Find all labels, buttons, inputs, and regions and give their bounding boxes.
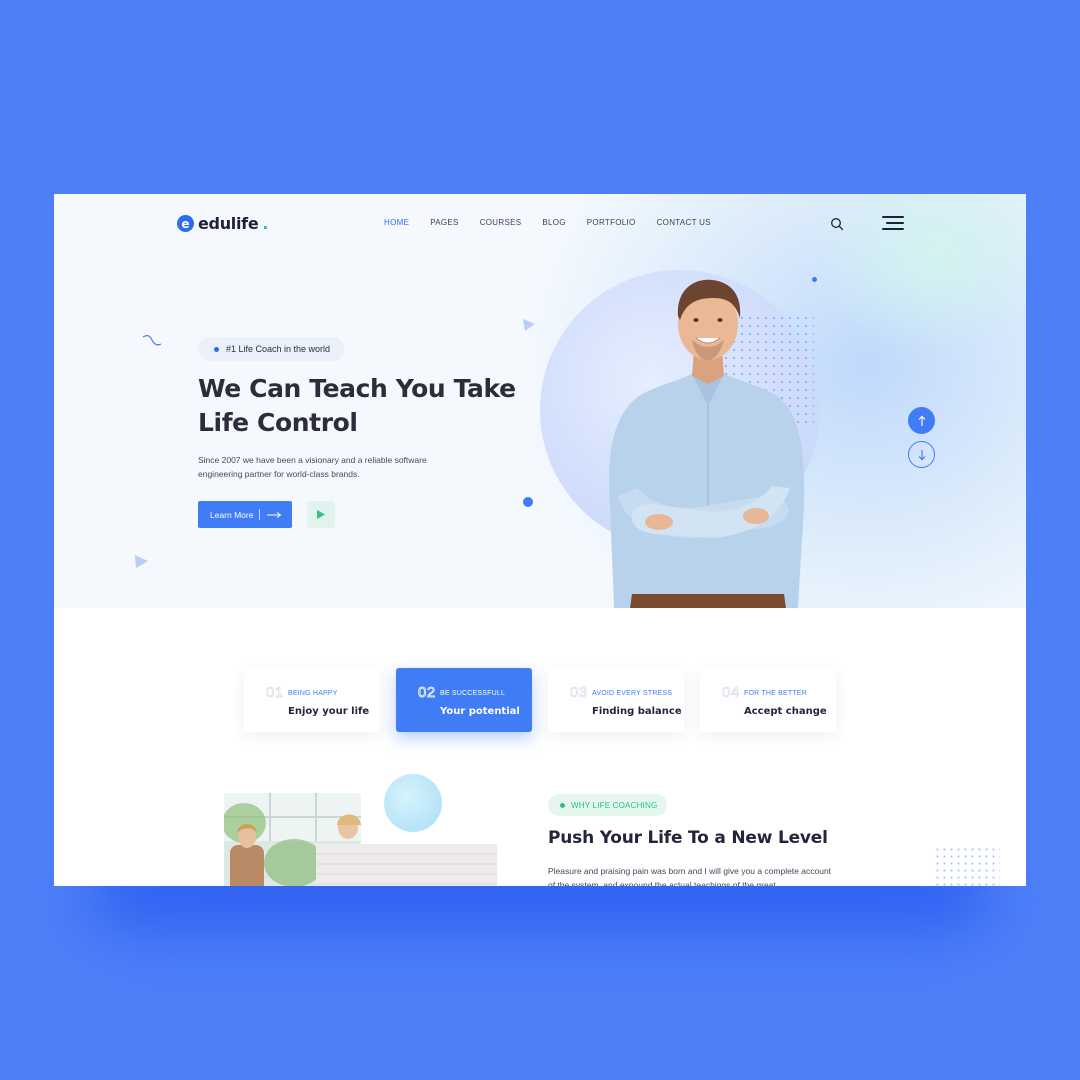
life-coach-portrait: [609, 279, 805, 608]
section-description: Pleasure and praising pain was born and …: [548, 866, 832, 886]
feature-card-for-the-better[interactable]: 04 FOR THE BETTER Accept change: [700, 668, 836, 732]
dot-decoration: [523, 497, 533, 507]
nav-item-pages[interactable]: PAGES: [430, 218, 458, 227]
arrow-right-icon: [267, 511, 282, 518]
nav-item-home[interactable]: HOME: [384, 218, 409, 227]
badge-dot: [214, 346, 219, 352]
learn-more-button[interactable]: Learn More: [198, 501, 292, 528]
brand-logo[interactable]: e edulife.: [177, 214, 268, 233]
why-coaching-badge: WHY LIFE COACHING: [548, 794, 668, 816]
nav-item-blog[interactable]: BLOG: [542, 218, 565, 227]
hamburger-menu-icon[interactable]: [882, 216, 904, 232]
arrow-up-icon: [918, 415, 925, 426]
triangle-decoration-icon: [523, 319, 535, 331]
squiggle-decoration-icon: [142, 334, 162, 346]
feature-kicker: AVOID EVERY STRESS: [592, 690, 673, 697]
brand-dot: .: [262, 214, 269, 233]
feature-number: 03: [570, 684, 588, 702]
feature-title: Your potential: [440, 706, 520, 717]
section-title: Push Your Life To a New Level: [548, 828, 828, 848]
feature-number: 02: [418, 684, 436, 702]
dot-pattern-decoration: [934, 846, 1000, 886]
nav-item-portfolio[interactable]: PORTFOLIO: [587, 218, 636, 227]
scroll-up-button[interactable]: [908, 407, 935, 434]
feature-card-being-happy[interactable]: 01 BEING HAPPY Enjoy your life: [244, 668, 380, 732]
feature-title: Finding balance: [592, 706, 682, 717]
bubble-decoration: [384, 774, 442, 832]
scroll-down-button[interactable]: [908, 441, 935, 468]
hero-description: Since 2007 we have been a visionary and …: [198, 455, 427, 479]
badge-dot: [560, 802, 565, 808]
feature-title: Accept change: [744, 706, 827, 717]
feature-kicker: BE SUCCESSFULL: [440, 690, 506, 697]
feature-number: 01: [266, 684, 284, 702]
brand-name: edulife: [198, 214, 259, 233]
feature-title: Enjoy your life: [288, 706, 370, 717]
play-icon: [317, 510, 325, 519]
feature-card-be-successful[interactable]: 02 BE SUCCESSFULL Your potential: [396, 668, 532, 732]
feature-card-avoid-stress[interactable]: 03 AVOID EVERY STRESS Finding balance: [548, 668, 684, 732]
learn-more-label: Learn More: [210, 509, 254, 520]
triangle-decoration-icon: [135, 555, 148, 568]
hero-badge: #1 Life Coach in the world: [198, 337, 345, 361]
main-nav: HOME PAGES COURSES BLOG PORTFOLIO CONTAC…: [384, 218, 711, 227]
nav-item-courses[interactable]: COURSES: [480, 218, 522, 227]
search-icon[interactable]: [830, 216, 844, 231]
hero-title: We Can Teach You Take Life Control: [198, 374, 516, 437]
feature-cards: 01 BEING HAPPY Enjoy your life 02 BE SUC…: [244, 668, 836, 732]
website-mockup: e edulife. HOME PAGES COURSES BLOG PORTF…: [54, 194, 1026, 886]
feature-kicker: FOR THE BETTER: [744, 690, 807, 697]
nav-item-contact-us[interactable]: CONTACT US: [657, 218, 711, 227]
arrow-down-icon: [918, 449, 925, 460]
play-video-button[interactable]: [307, 501, 335, 528]
button-divider: [259, 509, 261, 520]
hero-badge-label: #1 Life Coach in the world: [226, 344, 331, 354]
hero-section: e edulife. HOME PAGES COURSES BLOG PORTF…: [54, 194, 1026, 608]
feature-kicker: BEING HAPPY: [288, 690, 338, 697]
brick-wall-photo: [316, 844, 497, 886]
why-coaching-label: WHY LIFE COACHING: [571, 800, 658, 810]
logo-mark-icon: e: [177, 215, 194, 232]
feature-number: 04: [722, 684, 740, 702]
